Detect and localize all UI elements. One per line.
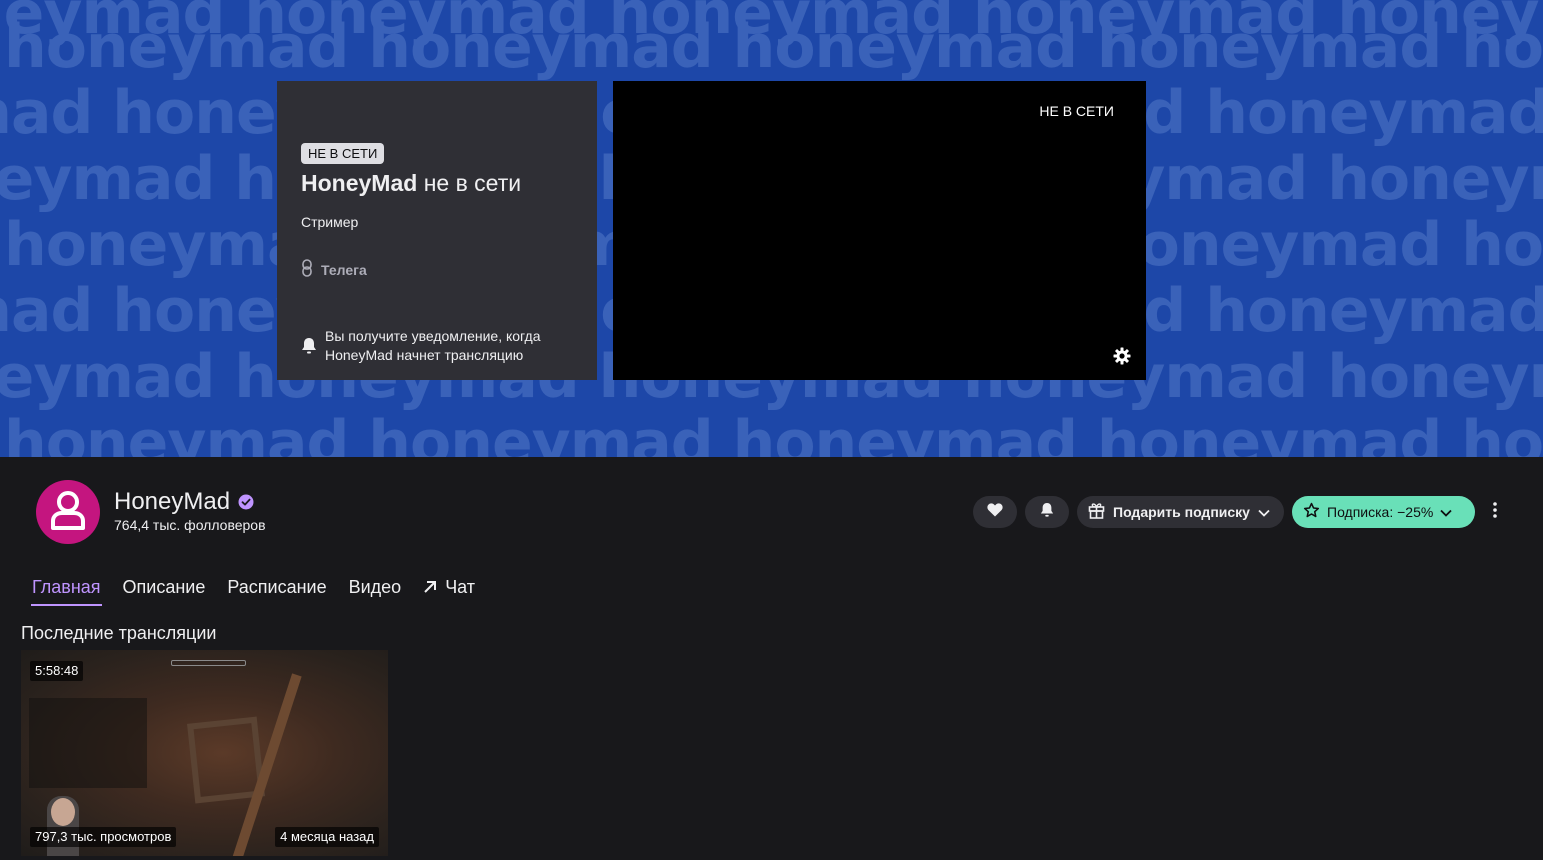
offline-info-card: НЕ В СЕТИ HoneyMad не в сети Стример Тел… xyxy=(277,81,597,380)
subscribe-label: Подписка: −25% xyxy=(1327,504,1434,520)
tab-about[interactable]: Описание xyxy=(112,576,217,606)
chevron-down-icon xyxy=(1440,504,1452,520)
tab-label: Расписание xyxy=(227,577,327,597)
tab-label: Видео xyxy=(348,577,402,597)
offline-badge: НЕ В СЕТИ xyxy=(301,143,385,164)
channel-avatar[interactable] xyxy=(36,480,100,544)
video-thumbnail-detail xyxy=(51,798,75,826)
recent-broadcasts-title: Последние трансляции xyxy=(21,623,217,643)
tab-label: Описание xyxy=(122,577,206,597)
link-icon xyxy=(301,259,313,280)
video-views: 797,3 тыс. просмотров xyxy=(30,827,177,847)
streamer-role: Стример xyxy=(301,214,359,230)
banner-watermark-row: honeymad honeymad honeymad honeymad hone… xyxy=(4,408,1543,457)
notify-text: Вы получите уведомление, когда HoneyMad … xyxy=(325,328,541,363)
external-arrow-icon xyxy=(423,576,437,606)
notifications-button[interactable] xyxy=(1025,496,1069,528)
tab-chat[interactable]: Чат xyxy=(412,576,486,606)
video-date: 4 месяца назад xyxy=(275,827,379,847)
channel-name[interactable]: HoneyMad xyxy=(114,488,230,516)
settings-gear-icon[interactable] xyxy=(1112,346,1132,366)
heart-icon xyxy=(987,502,1003,522)
tab-home[interactable]: Главная xyxy=(21,576,112,606)
tab-label: Главная xyxy=(32,577,101,597)
video-thumbnail-detail xyxy=(171,660,246,666)
telega-link-label: Телега xyxy=(321,261,367,278)
verified-badge-icon xyxy=(238,494,254,515)
more-options-button[interactable] xyxy=(1484,500,1506,524)
channel-banner: honeymad honeymad honeymad honeymad hone… xyxy=(0,0,1543,457)
bell-icon xyxy=(1040,502,1054,523)
gift-subscription-button[interactable]: Подарить подписку xyxy=(1077,496,1284,528)
banner-watermark-row: honeymad honeymad honeymad honeymad hone… xyxy=(4,12,1543,82)
bell-icon xyxy=(301,337,317,360)
chevron-down-icon xyxy=(1258,504,1270,520)
tab-label: Чат xyxy=(445,577,476,597)
star-icon xyxy=(1303,502,1320,522)
gift-subscription-label: Подарить подписку xyxy=(1113,504,1250,520)
tab-videos[interactable]: Видео xyxy=(338,576,413,606)
video-duration: 5:58:48 xyxy=(30,661,84,681)
subscribe-button[interactable]: Подписка: −25% xyxy=(1292,496,1475,528)
follow-button[interactable] xyxy=(973,496,1017,528)
tab-schedule[interactable]: Расписание xyxy=(216,576,337,606)
telega-link[interactable]: Телега xyxy=(301,259,367,280)
video-thumbnail-detail xyxy=(29,698,147,788)
video-player[interactable]: НЕ В СЕТИ xyxy=(613,81,1146,380)
offline-title-channel: HoneyMad xyxy=(301,170,418,196)
user-icon xyxy=(50,490,86,535)
gift-icon xyxy=(1088,502,1105,522)
offline-title: HoneyMad не в сети xyxy=(301,170,521,197)
more-vertical-icon xyxy=(1493,501,1497,523)
notify-row: Вы получите уведомление, когда HoneyMad … xyxy=(301,327,581,365)
player-offline-label: НЕ В СЕТИ xyxy=(1039,103,1114,119)
offline-title-status: не в сети xyxy=(423,170,522,196)
channel-tabs: Главная Описание Расписание Видео Чат xyxy=(21,576,486,608)
follower-count: 764,4 тыс. фолловеров xyxy=(114,517,266,533)
video-card[interactable]: 5:58:48 797,3 тыс. просмотров 4 месяца н… xyxy=(21,650,388,856)
